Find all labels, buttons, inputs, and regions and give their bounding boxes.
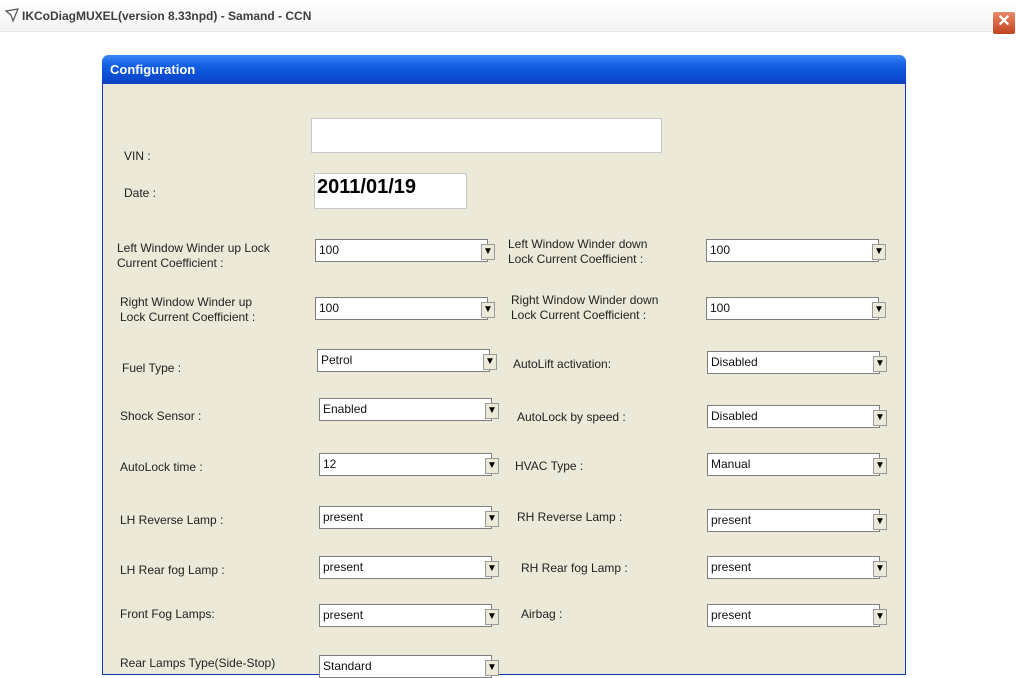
rh-reverse-label: RH Reverse Lamp :	[517, 510, 623, 524]
date-field[interactable]: 2011/01/19	[314, 173, 467, 209]
lw-down-label-line1: Left Window Winder down	[508, 237, 648, 251]
hvac-type-select[interactable]: Manual	[707, 453, 880, 476]
autolock-speed-select[interactable]: Disabled	[707, 405, 880, 428]
chevron-down-icon[interactable]: ▼	[481, 302, 495, 318]
chevron-down-icon[interactable]: ▼	[873, 410, 887, 426]
close-button[interactable]: ✕	[992, 11, 1016, 35]
date-value: 2011/01/19	[317, 176, 416, 198]
airbag-label: Airbag :	[521, 607, 563, 621]
chevron-down-icon[interactable]: ▼	[873, 561, 887, 577]
autolock-time-label: AutoLock time :	[120, 460, 203, 474]
chevron-down-icon[interactable]: ▼	[485, 660, 499, 676]
chevron-down-icon[interactable]: ▼	[485, 403, 499, 419]
chevron-down-icon[interactable]: ▼	[483, 354, 497, 370]
shock-sensor-label: Shock Sensor :	[120, 409, 202, 423]
rw-down-label-line1: Right Window Winder down	[511, 293, 659, 307]
chevron-down-icon[interactable]: ▼	[873, 609, 887, 625]
rw-up-label-line1: Right Window Winder up	[120, 295, 253, 309]
chevron-down-icon[interactable]: ▼	[873, 356, 887, 372]
chevron-down-icon[interactable]: ▼	[485, 511, 499, 527]
close-icon: ✕	[997, 13, 1011, 30]
autolift-label: AutoLift activation:	[513, 357, 612, 371]
vin-input[interactable]	[311, 118, 662, 153]
chevron-down-icon[interactable]: ▼	[485, 609, 499, 625]
lw-down-label-line2: Lock Current Coefficient :	[508, 252, 644, 266]
lh-rear-fog-label: LH Rear fog Lamp :	[120, 563, 225, 577]
rh-rear-fog-label: RH Rear fog Lamp :	[521, 561, 628, 575]
lh-rear-fog-select[interactable]: present	[319, 556, 492, 579]
chevron-down-icon[interactable]: ▼	[485, 458, 499, 474]
lw-up-select[interactable]: 100	[315, 239, 488, 262]
autolock-time-select[interactable]: 12	[319, 453, 492, 476]
diagnostic-app-icon	[4, 8, 19, 23]
rh-reverse-select[interactable]: present	[707, 509, 880, 532]
rw-up-select[interactable]: 100	[315, 297, 488, 320]
window-titlebar: IKCoDiagMUXEL(version 8.33npd) - Samand …	[0, 0, 1016, 35]
vin-label: VIN :	[124, 149, 151, 163]
rw-down-select[interactable]: 100	[706, 297, 879, 320]
lh-reverse-select[interactable]: present	[319, 506, 492, 529]
lw-up-label-line2: Current Coefficient :	[117, 256, 224, 270]
chevron-down-icon[interactable]: ▼	[872, 244, 886, 260]
airbag-select[interactable]: present	[707, 604, 880, 627]
rw-down-label-line2: Lock Current Coefficient :	[511, 308, 647, 322]
front-fog-label: Front Fog Lamps:	[120, 607, 215, 621]
dialog-title: Configuration	[110, 62, 196, 77]
front-fog-select[interactable]: present	[319, 604, 492, 627]
rear-lamps-type-select[interactable]: Standard	[319, 655, 492, 678]
chevron-down-icon[interactable]: ▼	[485, 561, 499, 577]
lw-down-select[interactable]: 100	[706, 239, 879, 262]
lw-up-label-line1: Left Window Winder up Lock	[117, 241, 270, 255]
autolift-select[interactable]: Disabled	[707, 351, 880, 374]
window-title: IKCoDiagMUXEL(version 8.33npd) - Samand …	[22, 9, 312, 23]
lh-reverse-label: LH Reverse Lamp :	[120, 513, 224, 527]
chevron-down-icon[interactable]: ▼	[873, 514, 887, 530]
date-label: Date :	[124, 186, 157, 200]
shock-sensor-select[interactable]: Enabled	[319, 398, 492, 421]
configuration-dialog: Configuration VIN : Date : 2011/01/19 Le…	[102, 55, 906, 678]
fuel-type-select[interactable]: Petrol	[317, 349, 490, 372]
fuel-type-label: Fuel Type :	[122, 361, 182, 375]
chevron-down-icon[interactable]: ▼	[873, 458, 887, 474]
chevron-down-icon[interactable]: ▼	[872, 302, 886, 318]
dialog-titlebar: Configuration	[102, 55, 906, 84]
hvac-type-label: HVAC Type :	[515, 459, 584, 473]
autolock-speed-label: AutoLock by speed :	[517, 410, 626, 424]
rh-rear-fog-select[interactable]: present	[707, 556, 880, 579]
rw-up-label-line2: Lock Current Coefficient :	[120, 310, 256, 324]
chevron-down-icon[interactable]: ▼	[481, 244, 495, 260]
